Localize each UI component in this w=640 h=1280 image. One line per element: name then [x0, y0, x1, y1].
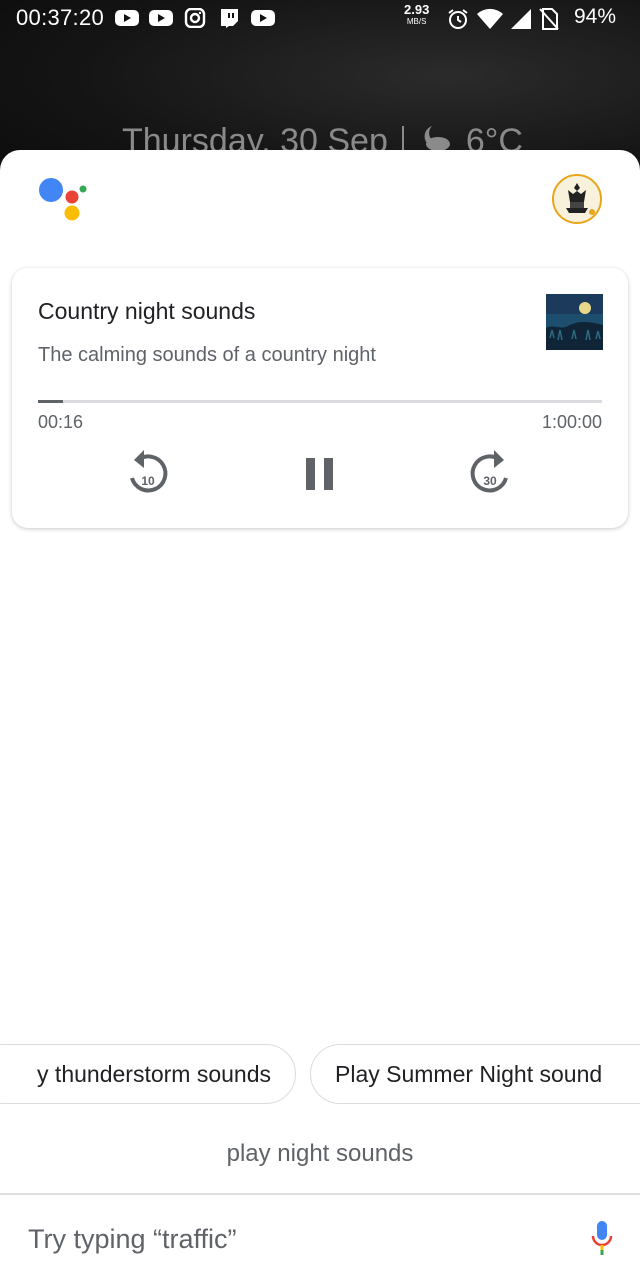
- input-bar: [0, 1196, 640, 1280]
- forward-seconds: 30: [483, 474, 497, 488]
- total-time: 1:00:00: [541, 412, 602, 432]
- youtube-icon: [251, 10, 275, 26]
- twitch-icon: [221, 9, 238, 28]
- media-card[interactable]: Country night sounds The calming sounds …: [12, 268, 628, 528]
- battery-level: 94%: [574, 5, 617, 28]
- profile-avatar[interactable]: [552, 174, 602, 224]
- no-sim-icon: [539, 8, 559, 30]
- progress-fill: [38, 400, 64, 403]
- media-subtitle: The calming sounds of a country night: [38, 344, 376, 366]
- rewind-10-button[interactable]: 10: [126, 446, 170, 502]
- pause-icon: [306, 458, 333, 490]
- mic-icon[interactable]: [590, 1220, 614, 1256]
- suggestion-chip-label: y thunderstorm sounds: [37, 1060, 271, 1087]
- system-icons: [446, 7, 560, 31]
- wifi-icon: [477, 8, 503, 29]
- suggestion-chip-thunderstorm[interactable]: y thunderstorm sounds: [0, 1044, 296, 1104]
- profile-avatar-image: [566, 183, 595, 215]
- night-field-thumbnail: [546, 294, 603, 350]
- alarm-icon: [448, 9, 468, 29]
- typing-input[interactable]: [26, 1216, 550, 1262]
- user-query: play night sounds: [226, 1140, 414, 1167]
- suggestion-chip-summer-night[interactable]: Play Summer Night sound: [310, 1044, 640, 1104]
- rewind-seconds: 10: [141, 474, 155, 488]
- youtube-icon: [149, 10, 173, 26]
- signal-icon: [511, 9, 531, 29]
- network-speed-value: 2.93: [404, 2, 430, 17]
- media-title: Country night sounds: [38, 298, 256, 324]
- progress-bar[interactable]: [38, 400, 602, 403]
- status-bar: 00:37:20 2.93 MB/S 94%: [0, 0, 640, 40]
- google-assistant-logo: [39, 178, 87, 221]
- forward-30-button[interactable]: 30: [468, 446, 512, 502]
- pause-button[interactable]: [298, 446, 342, 502]
- suggestion-chip-label: Play Summer Night sound: [335, 1060, 603, 1087]
- input-divider: [0, 1193, 640, 1195]
- replay-icon: 10: [130, 450, 168, 493]
- status-clock: 00:37:20: [16, 5, 105, 30]
- elapsed-time: 00:16: [38, 412, 84, 432]
- notification-icons: [114, 8, 276, 28]
- forward-icon: 30: [470, 450, 508, 493]
- youtube-icon: [115, 10, 139, 26]
- network-speed-unit: MB/S: [406, 17, 427, 26]
- instagram-icon: [184, 8, 206, 28]
- network-speed: 2.93 MB/S: [404, 2, 430, 27]
